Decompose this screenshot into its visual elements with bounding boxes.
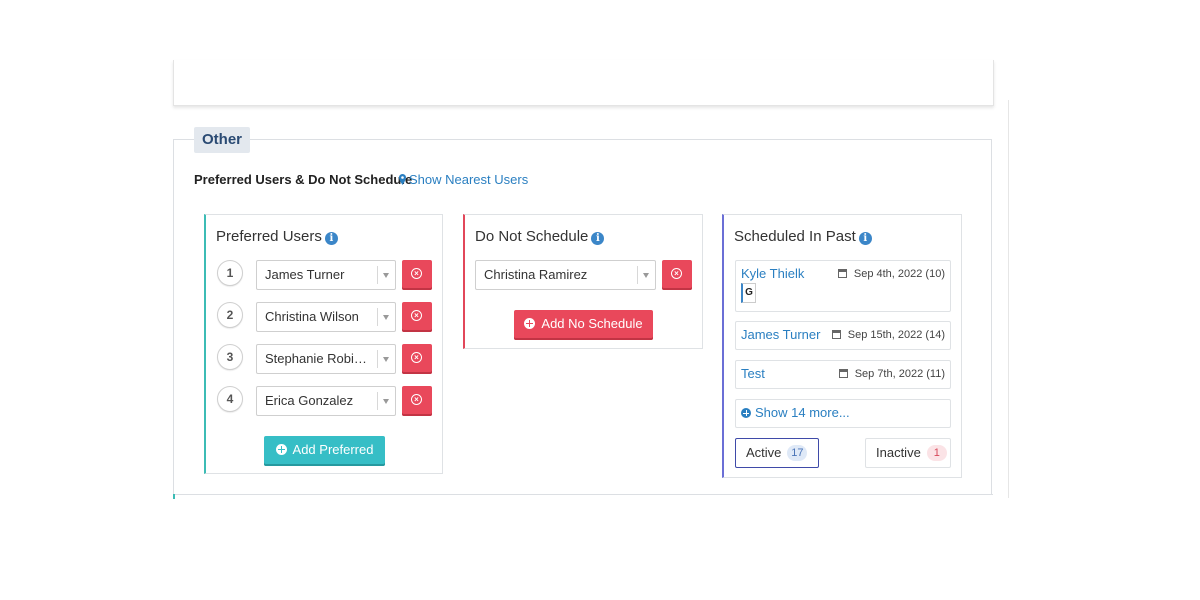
past-user-link[interactable]: Test <box>741 366 765 382</box>
rank-badge: 4 <box>217 386 243 412</box>
past-schedule-item: Test Sep 7th, 2022 (11) <box>735 360 951 389</box>
scheduled-in-past-title-text: Scheduled In Past <box>734 228 856 245</box>
section-title: Preferred Users & Do Not Schedule <box>194 172 413 187</box>
active-filter-button[interactable]: Active 17 <box>735 438 819 468</box>
past-date: Sep 15th, 2022 (14) <box>831 328 945 342</box>
plus-circle-icon <box>741 408 751 418</box>
close-circle-icon: × <box>411 394 422 405</box>
add-preferred-label: Add Preferred <box>292 442 374 457</box>
close-circle-icon: × <box>411 310 422 321</box>
past-schedule-item: James Turner Sep 15th, 2022 (14) <box>735 321 951 350</box>
do-not-schedule-panel: Do Not Schedule i Christina Ramirez × Add… <box>463 214 703 349</box>
do-not-schedule-title-text: Do Not Schedule <box>475 228 589 245</box>
past-date-text: Sep 15th, 2022 (14) <box>847 329 945 341</box>
show-nearest-users-label: Show Nearest Users <box>409 172 529 187</box>
past-date-text: Sep 7th, 2022 (11) <box>854 368 945 380</box>
previous-section-card <box>173 60 994 106</box>
chevron-down-icon <box>377 350 395 368</box>
preferred-users-title-text: Preferred Users <box>216 228 322 245</box>
preferred-user-select[interactable]: Stephanie Robin… <box>256 344 396 374</box>
right-divider <box>1008 100 1009 498</box>
show-nearest-users-link[interactable]: Show Nearest Users <box>399 172 528 188</box>
section-legend: Other <box>194 127 251 153</box>
add-no-schedule-button[interactable]: Add No Schedule <box>514 310 653 340</box>
rank-badge: 2 <box>217 302 243 328</box>
remove-preferred-button[interactable]: × <box>402 260 432 290</box>
plus-circle-icon <box>275 444 287 455</box>
plus-circle-icon <box>524 318 536 329</box>
chevron-down-icon <box>377 308 395 326</box>
inactive-filter-label: Inactive <box>876 445 921 460</box>
preferred-user-select[interactable]: Christina Wilson <box>256 302 396 332</box>
show-more-link[interactable]: Show 14 more... <box>741 405 850 421</box>
info-icon[interactable]: i <box>858 232 872 245</box>
scheduled-in-past-title: Scheduled In Past i <box>734 228 872 246</box>
preferred-user-select[interactable]: James Turner <box>256 260 396 290</box>
add-preferred-button[interactable]: Add Preferred <box>264 436 385 466</box>
info-icon[interactable]: i <box>591 232 605 245</box>
close-circle-icon: × <box>671 268 682 279</box>
chevron-down-icon <box>637 266 655 284</box>
remove-preferred-button[interactable]: × <box>402 344 432 374</box>
past-user-link[interactable]: James Turner <box>741 327 820 343</box>
inactive-count-badge: 1 <box>926 445 947 461</box>
chevron-down-icon <box>377 392 395 410</box>
preferred-users-title: Preferred Users i <box>216 228 338 246</box>
info-icon[interactable]: i <box>324 232 338 245</box>
add-no-schedule-label: Add No Schedule <box>541 316 643 331</box>
rank-badge: 1 <box>217 260 243 286</box>
preferred-user-value: James Turner <box>265 267 345 282</box>
next-section-accent <box>173 494 175 499</box>
remove-preferred-button[interactable]: × <box>402 302 432 332</box>
section-bottom-border <box>173 494 993 495</box>
remove-no-schedule-button[interactable]: × <box>662 260 692 290</box>
calendar-icon <box>838 369 848 378</box>
close-circle-icon: × <box>411 268 422 279</box>
do-not-schedule-user-value: Christina Ramirez <box>484 267 588 282</box>
chevron-down-icon <box>377 266 395 284</box>
map-pin-icon <box>399 174 406 185</box>
preferred-users-panel: Preferred Users i 1 James Turner × 2 Chri… <box>204 214 443 474</box>
inactive-filter-button[interactable]: Inactive 1 <box>865 438 951 468</box>
rank-badge: 3 <box>217 344 243 370</box>
remove-preferred-button[interactable]: × <box>402 386 432 416</box>
preferred-user-select[interactable]: Erica Gonzalez <box>256 386 396 416</box>
do-not-schedule-user-select[interactable]: Christina Ramirez <box>475 260 656 290</box>
past-schedule-item: Kyle Thielk Sep 4th, 2022 (10) G <box>735 260 951 312</box>
show-more-label: Show 14 more... <box>755 405 850 420</box>
calendar-icon <box>831 330 841 339</box>
past-user-link[interactable]: Kyle Thielk <box>741 266 804 282</box>
preferred-user-value: Stephanie Robin… <box>265 351 373 366</box>
past-date-text: Sep 4th, 2022 (10) <box>853 268 945 280</box>
active-count-badge: 17 <box>787 445 808 461</box>
do-not-schedule-title: Do Not Schedule i <box>475 228 605 246</box>
show-more-row: Show 14 more... <box>735 399 951 428</box>
close-circle-icon: × <box>411 352 422 363</box>
past-date: Sep 7th, 2022 (11) <box>838 367 945 381</box>
active-filter-label: Active <box>746 445 782 460</box>
scheduled-in-past-panel: Scheduled In Past i Kyle Thielk Sep 4th, … <box>722 214 962 478</box>
calendar-icon <box>837 269 847 278</box>
preferred-user-value: Erica Gonzalez <box>265 393 354 408</box>
g-badge[interactable]: G <box>741 283 756 303</box>
preferred-user-value: Christina Wilson <box>265 309 359 324</box>
past-date: Sep 4th, 2022 (10) <box>837 267 945 281</box>
